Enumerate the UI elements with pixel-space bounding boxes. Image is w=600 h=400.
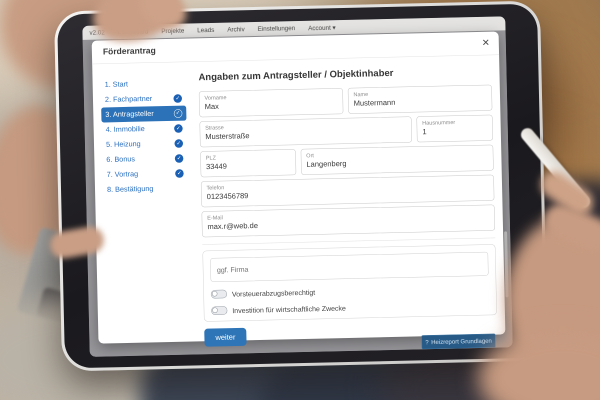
- strasse-field[interactable]: Strasse Musterstraße: [200, 116, 413, 147]
- photo-scene: v2.02 Dashboard Projekte Leads Archiv Ei…: [0, 0, 600, 400]
- email-field[interactable]: E-Mail max.r@web.de: [202, 205, 496, 238]
- check-icon: ✓: [174, 109, 183, 118]
- nav-item-leads[interactable]: Leads: [197, 26, 214, 33]
- modal-title: Förderantrag: [103, 46, 156, 57]
- vorname-field[interactable]: Vorname Max: [199, 88, 344, 117]
- check-icon: ✓: [174, 124, 183, 133]
- page-title: Angaben zum Antragsteller / Objektinhabe…: [198, 66, 491, 84]
- telefon-field[interactable]: Telefon 0123456789: [201, 175, 495, 208]
- heizreport-help-button[interactable]: ? Heizreport Grundlagen: [421, 334, 495, 350]
- sidebar-item-bestaetigung[interactable]: 8. Bestätigung ✓: [103, 181, 188, 198]
- plz-field[interactable]: PLZ 33449: [200, 149, 296, 177]
- ort-field[interactable]: Ort Langenberg: [301, 145, 494, 175]
- hausnummer-field[interactable]: Hausnummer 1: [417, 115, 493, 143]
- form-area: Angaben zum Antragsteller / Objektinhabe…: [188, 55, 505, 341]
- vorsteuer-toggle[interactable]: [211, 290, 227, 299]
- section-divider: [202, 238, 495, 245]
- foerderantrag-modal: Förderantrag ✕ 1. Start ✓ 2. Fachpartner…: [92, 31, 506, 343]
- firma-input[interactable]: ggf. Firma: [210, 252, 488, 282]
- check-icon: ✓: [175, 169, 184, 178]
- company-section: ggf. Firma Vorsteuerabzugsberechtigt Inv…: [202, 244, 497, 322]
- nav-item-archiv[interactable]: Archiv: [227, 26, 245, 33]
- check-icon: ✓: [174, 139, 183, 148]
- investition-toggle[interactable]: [211, 306, 227, 315]
- check-icon: ✓: [175, 154, 184, 163]
- name-field[interactable]: Name Mustermann: [348, 85, 493, 114]
- nav-item-einstellungen[interactable]: Einstellungen: [258, 25, 296, 33]
- step-sidebar: 1. Start ✓ 2. Fachpartner ✓ 3. Antragste…: [92, 63, 194, 344]
- close-icon[interactable]: ✕: [482, 37, 490, 49]
- nav-item-account[interactable]: Account ▾: [308, 23, 336, 31]
- firma-placeholder: ggf. Firma: [217, 265, 249, 274]
- toggle-row-investition: Investition für wirtschaftliche Zwecke: [211, 300, 489, 315]
- weiter-button[interactable]: weiter: [204, 328, 246, 347]
- tablet: v2.02 Dashboard Projekte Leads Archiv Ei…: [54, 1, 548, 372]
- toggle-row-vorsteuer: Vorsteuerabzugsberechtigt: [211, 284, 489, 299]
- tablet-screen: v2.02 Dashboard Projekte Leads Archiv Ei…: [82, 16, 512, 357]
- check-icon: ✓: [173, 94, 182, 103]
- question-icon: ?: [425, 339, 429, 346]
